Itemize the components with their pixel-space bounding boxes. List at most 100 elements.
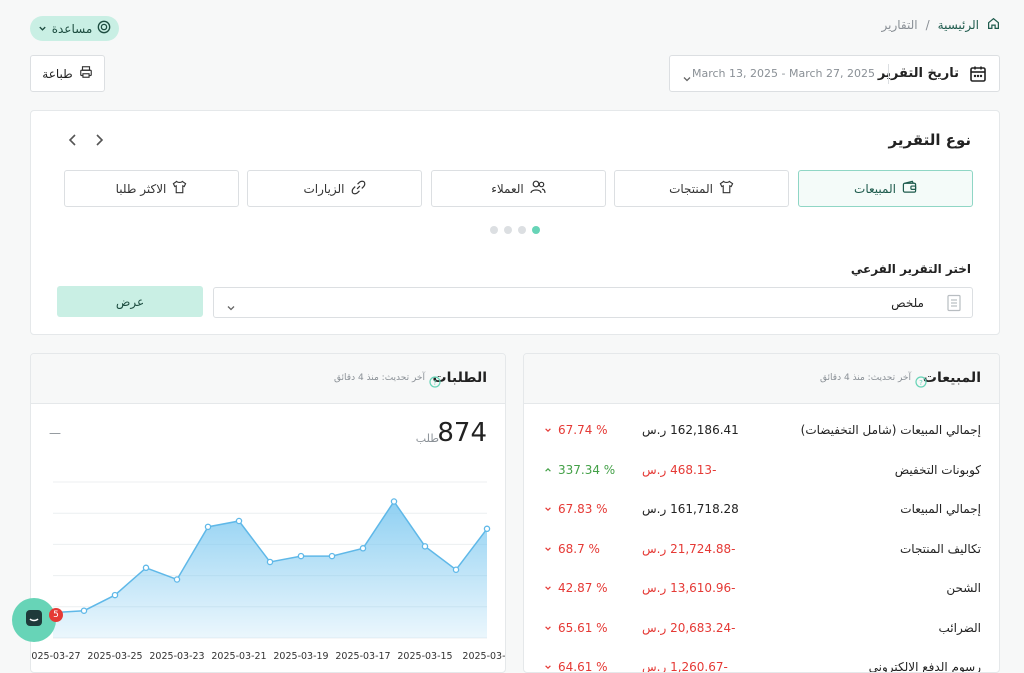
help-circle-icon[interactable]: ?	[429, 373, 441, 392]
pagination-dot[interactable]	[490, 226, 498, 234]
printer-icon	[79, 65, 93, 82]
chart-point[interactable]	[483, 525, 491, 533]
chart-tick-label: 2025-03-15	[397, 651, 452, 662]
sales-row: الشحن -13,610.96 ر.س 42.87 %	[524, 569, 999, 608]
chevron-down-icon	[544, 423, 552, 437]
date-range-value: March 13, 2025 - March 27, 2025	[692, 67, 875, 80]
sales-row-label: إجمالي المبيعات (شامل التخفيضات)	[800, 423, 981, 437]
tab-label: المبيعات	[854, 181, 896, 196]
chat-badge: 5	[49, 608, 63, 622]
chevron-down-icon	[544, 542, 552, 556]
chat-badge-count: 5	[53, 610, 59, 620]
orders-card: الطلبات ? آخر تحديث: منذ 4 دقائق 874 طلب…	[30, 353, 506, 673]
sales-row-change: 68.7 %	[544, 542, 600, 556]
chart-point[interactable]	[173, 576, 181, 583]
shirt-icon	[172, 180, 187, 197]
chart-point[interactable]	[421, 543, 429, 550]
chart-tick-label: 2025-03-17	[335, 651, 390, 662]
sales-updated: آخر تحديث: منذ 4 دقائق	[820, 373, 911, 383]
sales-row-change-text: 65.61 %	[558, 620, 608, 635]
shirt-icon	[719, 180, 734, 197]
sales-card: المبيعات ? آخر تحديث: منذ 4 دقائق إجمالي…	[523, 353, 1000, 673]
chart-point[interactable]	[204, 523, 212, 531]
chevron-right-icon[interactable]	[93, 132, 105, 151]
chart-point[interactable]	[266, 558, 274, 566]
svg-text:?: ?	[433, 379, 437, 387]
chevron-down-icon	[544, 621, 552, 635]
sales-row-label: إجمالي المبيعات	[900, 502, 981, 516]
chart-point[interactable]	[142, 564, 150, 572]
sales-row-change: 64.61 %	[544, 660, 608, 673]
report-type-title: نوع التقرير	[888, 131, 972, 149]
sales-row: إجمالي المبيعات (شامل التخفيضات) 162,186.…	[524, 411, 999, 450]
show-button[interactable]: عرض	[57, 286, 203, 317]
sales-row-value: -21,724.88 ر.س	[642, 541, 736, 556]
print-button[interactable]: طباعة	[30, 55, 105, 92]
link-icon	[351, 180, 366, 198]
wallet-icon	[902, 180, 917, 197]
chart-point[interactable]	[328, 552, 336, 560]
sales-row: الضرائب -20,683.24 ر.س 65.61 %	[524, 609, 999, 648]
date-filter-label: تاريخ التقرير	[877, 66, 959, 81]
sales-row: إجمالي المبيعات 161,718.28 ر.س 67.83 %	[524, 490, 999, 529]
tab-sales[interactable]: المبيعات	[798, 170, 973, 207]
sales-row-change: 42.87 %	[544, 581, 608, 595]
chart-tick-label: 2025-03-19	[273, 651, 328, 662]
sub-report-selected: ملخص	[891, 296, 924, 310]
orders-updated: آخر تحديث: منذ 4 دقائق	[334, 373, 425, 383]
sales-row-label: تكاليف المنتجات	[899, 541, 981, 556]
chart-point[interactable]	[359, 545, 367, 552]
sub-report-select[interactable]: ملخص	[213, 287, 973, 318]
document-icon	[946, 294, 962, 316]
sales-row-value: 162,186.41 ر.س	[642, 423, 739, 437]
tab-most-ordered[interactable]: الاكثر طلبا	[64, 170, 239, 207]
sales-row-change-text: 42.87 %	[558, 581, 608, 595]
chat-icon	[24, 608, 44, 632]
sales-row-change: 337.34 %	[544, 463, 615, 477]
tab-label: المنتجات	[669, 181, 713, 196]
sales-row-change-text: 337.34 %	[558, 462, 616, 477]
breadcrumb-home[interactable]: الرئيسية	[938, 18, 979, 32]
tab-label: الاكثر طلبا	[115, 181, 167, 196]
orders-dash: —	[49, 426, 61, 440]
orders-chart: 2025-03-27 2025-03-25 2025-03-23 2025-03-21…	[31, 481, 505, 662]
sales-row-change-text: 67.74 %	[558, 423, 608, 437]
chart-point[interactable]	[80, 607, 88, 614]
sales-row-change-text: 67.83 %	[558, 502, 608, 516]
divider	[888, 64, 889, 84]
date-filter[interactable]: تاريخ التقرير March 13, 2025 - March 27,…	[669, 55, 1000, 92]
tab-customers[interactable]: العملاء	[431, 170, 606, 207]
sales-row-change: 65.61 %	[544, 621, 608, 635]
sales-title: المبيعات	[922, 370, 981, 386]
sales-row-change: 67.74 %	[544, 423, 608, 437]
calendar-icon	[969, 65, 987, 87]
chat-widget-button[interactable]	[12, 598, 56, 642]
tab-visits[interactable]: الزيارات	[247, 170, 422, 207]
sales-row-label: كوبونات التخفيض	[894, 462, 981, 477]
home-icon[interactable]	[987, 17, 1000, 33]
chart-point[interactable]	[111, 591, 119, 599]
orders-total: 874	[437, 418, 487, 448]
chart-point[interactable]	[297, 552, 305, 560]
sales-row: كوبونات التخفيض -468.13 ر.س 337.34 %	[524, 451, 999, 490]
chevron-down-icon	[544, 581, 552, 595]
chart-point[interactable]	[390, 498, 398, 505]
chart-area	[53, 501, 487, 638]
chevron-up-icon	[544, 463, 552, 477]
pagination-dot[interactable]	[518, 226, 526, 234]
sales-row-change-text: 64.61 %	[558, 660, 608, 673]
chart-point[interactable]	[452, 566, 460, 574]
pagination-dot[interactable]	[532, 226, 540, 234]
sales-row-value: -468.13 ر.س	[642, 462, 717, 477]
tab-products[interactable]: المنتجات	[614, 170, 789, 207]
chevron-down-icon	[226, 298, 236, 317]
help-button[interactable]: مساعدة	[30, 16, 119, 41]
sales-row-value: -13,610.96 ر.س	[642, 581, 736, 595]
chevron-left-icon[interactable]	[67, 132, 79, 151]
sales-row-value: -20,683.24 ر.س	[642, 620, 736, 635]
help-circle-icon[interactable]: ?	[915, 373, 927, 392]
help-label: مساعدة	[51, 21, 93, 36]
chart-point[interactable]	[235, 517, 243, 525]
sales-rows: إجمالي المبيعات (شامل التخفيضات) 162,186.…	[524, 411, 999, 673]
pagination-dot[interactable]	[504, 226, 512, 234]
